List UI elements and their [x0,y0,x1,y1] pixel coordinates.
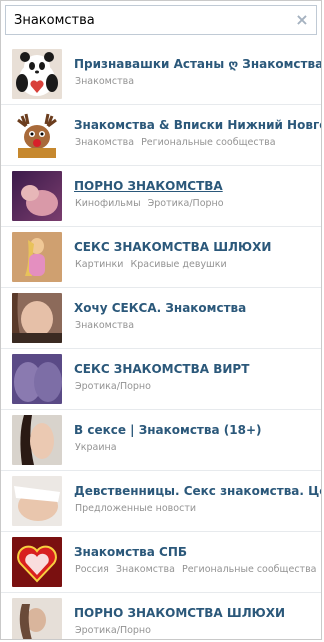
result-category: Красивые девушки [130,259,227,270]
result-title: ПОРНО ЗНАКОМСТВА ШЛЮХИ [74,606,286,620]
search-input[interactable] [6,6,316,34]
result-categories: Эротика/Порно [75,381,321,392]
search-dropdown: × Признавашки Астаны ღ [0,0,322,640]
result-title: В сексе | Знакомства (18+) [74,423,262,437]
result-category: Эротика/Порно [75,625,151,636]
close-icon[interactable]: × [294,12,310,28]
result-categories: Знакомства [75,320,321,331]
result-category: Украина [75,442,117,453]
result-categories: Знакомства [75,76,321,87]
result-category: Эротика/Порно [147,198,224,209]
photo-image [12,415,62,465]
result-categories: Россия Знакомства Региональные сообществ… [75,564,321,575]
reindeer-image [12,110,62,160]
result-category: Картинки [75,259,124,270]
photo-image [12,476,62,526]
result-item[interactable]: В сексе | Знакомства (18+) Украина [1,410,321,471]
result-item[interactable]: ПОРНО ЗНАКОМСТВА ШЛЮХИ Эротика/Порно [1,593,321,639]
result-item[interactable]: Знакомства СПБ Россия Знакомства Региона… [1,532,321,593]
result-item[interactable]: Признавашки Астаны ღ Знакомства Знакомст… [1,44,321,105]
result-category: Знакомства [75,320,135,331]
result-title: ПОРНО ЗНАКОМСТВА [74,179,223,193]
result-title: СЕКС ЗНАКОМСТВА ВИРТ [74,362,250,376]
photo-image [12,171,62,221]
results-list: Признавашки Астаны ღ Знакомства Знакомст… [1,44,321,639]
result-category: Региональные сообщества [141,137,276,148]
result-title: Девственницы. Секс знакомства. Целки [74,484,321,498]
result-category: Региональные сообщества [181,564,317,575]
photo-image [12,598,62,639]
result-categories: Украина [75,442,321,453]
result-categories: Предложенные новости [75,503,321,514]
result-title: Знакомства & Вписки Нижний Новгород [74,118,321,132]
search-bar: × [1,1,321,39]
result-categories: Знакомства Региональные сообщества [75,137,321,148]
result-item[interactable]: Девственницы. Секс знакомства. Целки Пре… [1,471,321,532]
panda-heart-image [12,49,62,99]
result-item[interactable]: СЕКС ЗНАКОМСТВА ВИРТ Эротика/Порно [1,349,321,410]
result-item[interactable]: ПОРНО ЗНАКОМСТВА Кинофильмы Эротика/Порн… [1,166,321,227]
result-categories: Эротика/Порно [75,625,321,636]
result-categories: Кинофильмы Эротика/Порно [75,198,321,209]
photo-image [12,232,62,282]
result-title: Признавашки Астаны ღ Знакомства [74,57,321,71]
photo-image [12,293,62,343]
result-category: Знакомства [75,76,135,87]
result-title: Знакомства СПБ [74,545,188,559]
result-title: СЕКС ЗНАКОМСТВА ШЛЮХИ [74,240,272,254]
result-category: Кинофильмы [75,198,141,209]
result-category: Эротика/Порно [75,381,151,392]
heart-image [12,537,62,587]
result-category: Знакомства [115,564,175,575]
result-category: Предложенные новости [75,503,197,514]
result-categories: Картинки Красивые девушки [75,259,321,270]
photo-image [12,354,62,404]
result-item[interactable]: Хочу СЕКСА. Знакомства Знакомства [1,288,321,349]
result-item[interactable]: СЕКС ЗНАКОМСТВА ШЛЮХИ Картинки Красивые … [1,227,321,288]
result-title: Хочу СЕКСА. Знакомства [74,301,247,315]
result-category: Россия [75,564,109,575]
result-category: Знакомства [75,137,135,148]
search-box: × [5,5,317,35]
result-item[interactable]: Знакомства & Вписки Нижний Новгород Знак… [1,105,321,166]
